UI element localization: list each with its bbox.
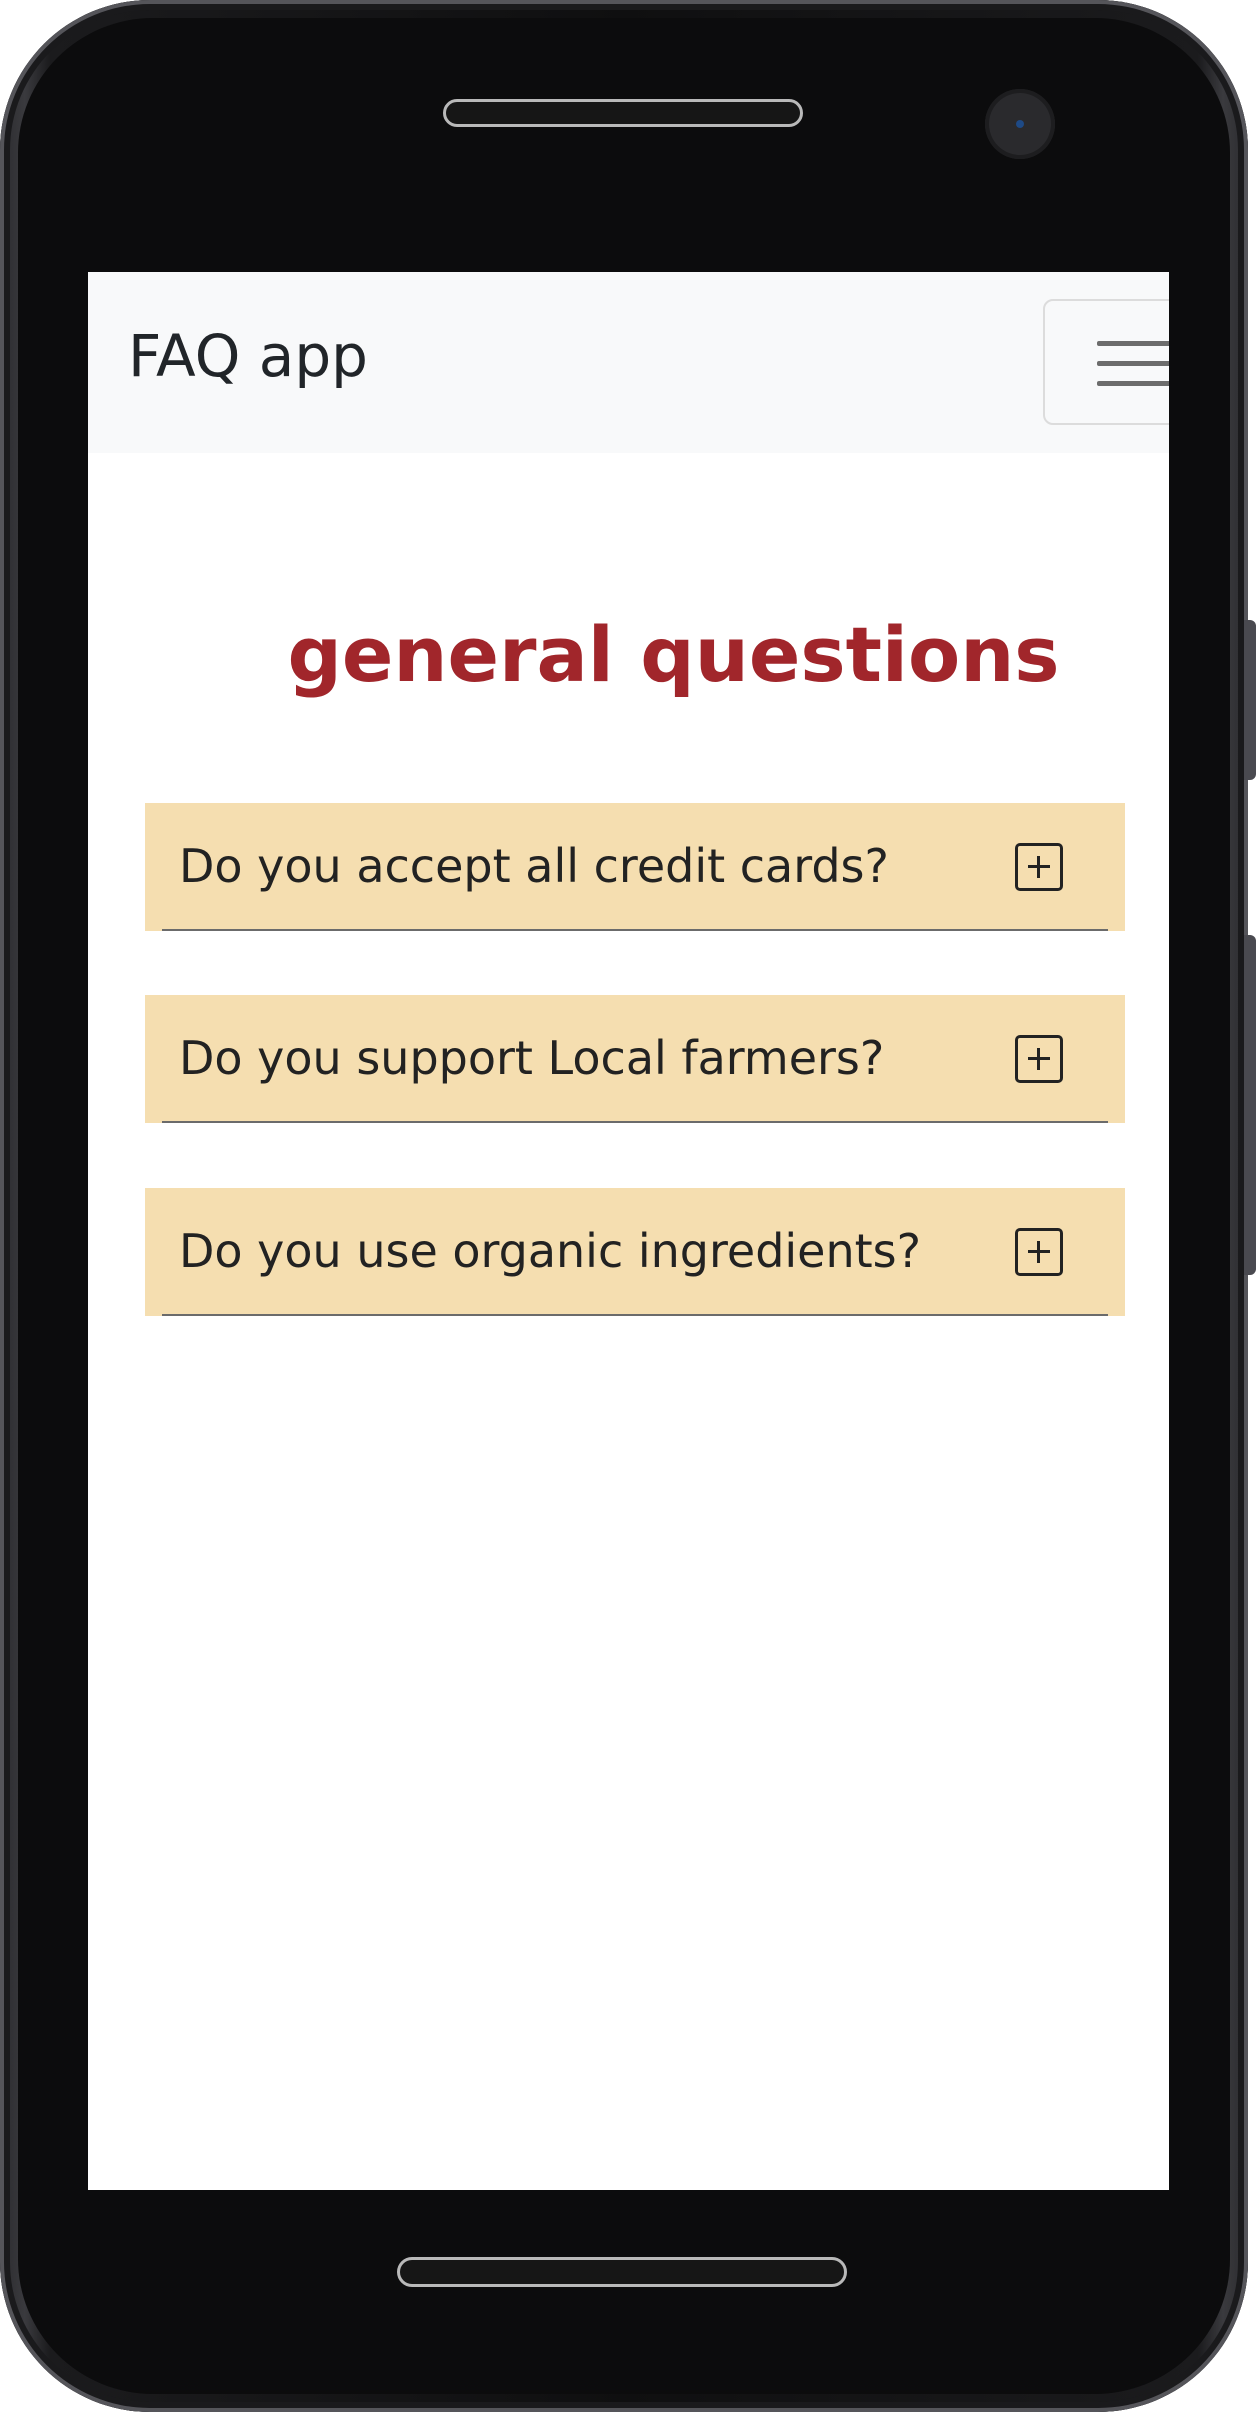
- phone-frame: FAQ app general questions Do you accept …: [0, 0, 1256, 2412]
- app-screen: FAQ app general questions Do you accept …: [88, 272, 1169, 2190]
- plus-square-icon[interactable]: [1015, 843, 1063, 891]
- navbar-brand[interactable]: FAQ app: [128, 327, 368, 385]
- faq-question: Do you accept all credit cards?: [179, 839, 889, 893]
- volume-button: [1244, 620, 1256, 780]
- home-button[interactable]: [397, 2257, 847, 2287]
- hamburger-menu-icon: [1097, 341, 1169, 346]
- hamburger-menu-icon: [1097, 361, 1169, 366]
- navbar: FAQ app: [88, 272, 1169, 453]
- front-camera: [985, 89, 1055, 159]
- faq-question: Do you use organic ingredients?: [179, 1224, 922, 1278]
- hamburger-menu-icon: [1097, 381, 1169, 386]
- faq-item[interactable]: Do you accept all credit cards?: [145, 803, 1125, 931]
- power-button: [1244, 935, 1256, 1275]
- navbar-toggler-button[interactable]: [1043, 299, 1169, 425]
- section-title: general questions: [287, 610, 1060, 699]
- faq-item[interactable]: Do you support Local farmers?: [145, 995, 1125, 1123]
- plus-square-icon[interactable]: [1015, 1228, 1063, 1276]
- faq-question: Do you support Local farmers?: [179, 1031, 885, 1085]
- earpiece-speaker: [443, 99, 803, 127]
- plus-square-icon[interactable]: [1015, 1035, 1063, 1083]
- faq-item[interactable]: Do you use organic ingredients?: [145, 1188, 1125, 1316]
